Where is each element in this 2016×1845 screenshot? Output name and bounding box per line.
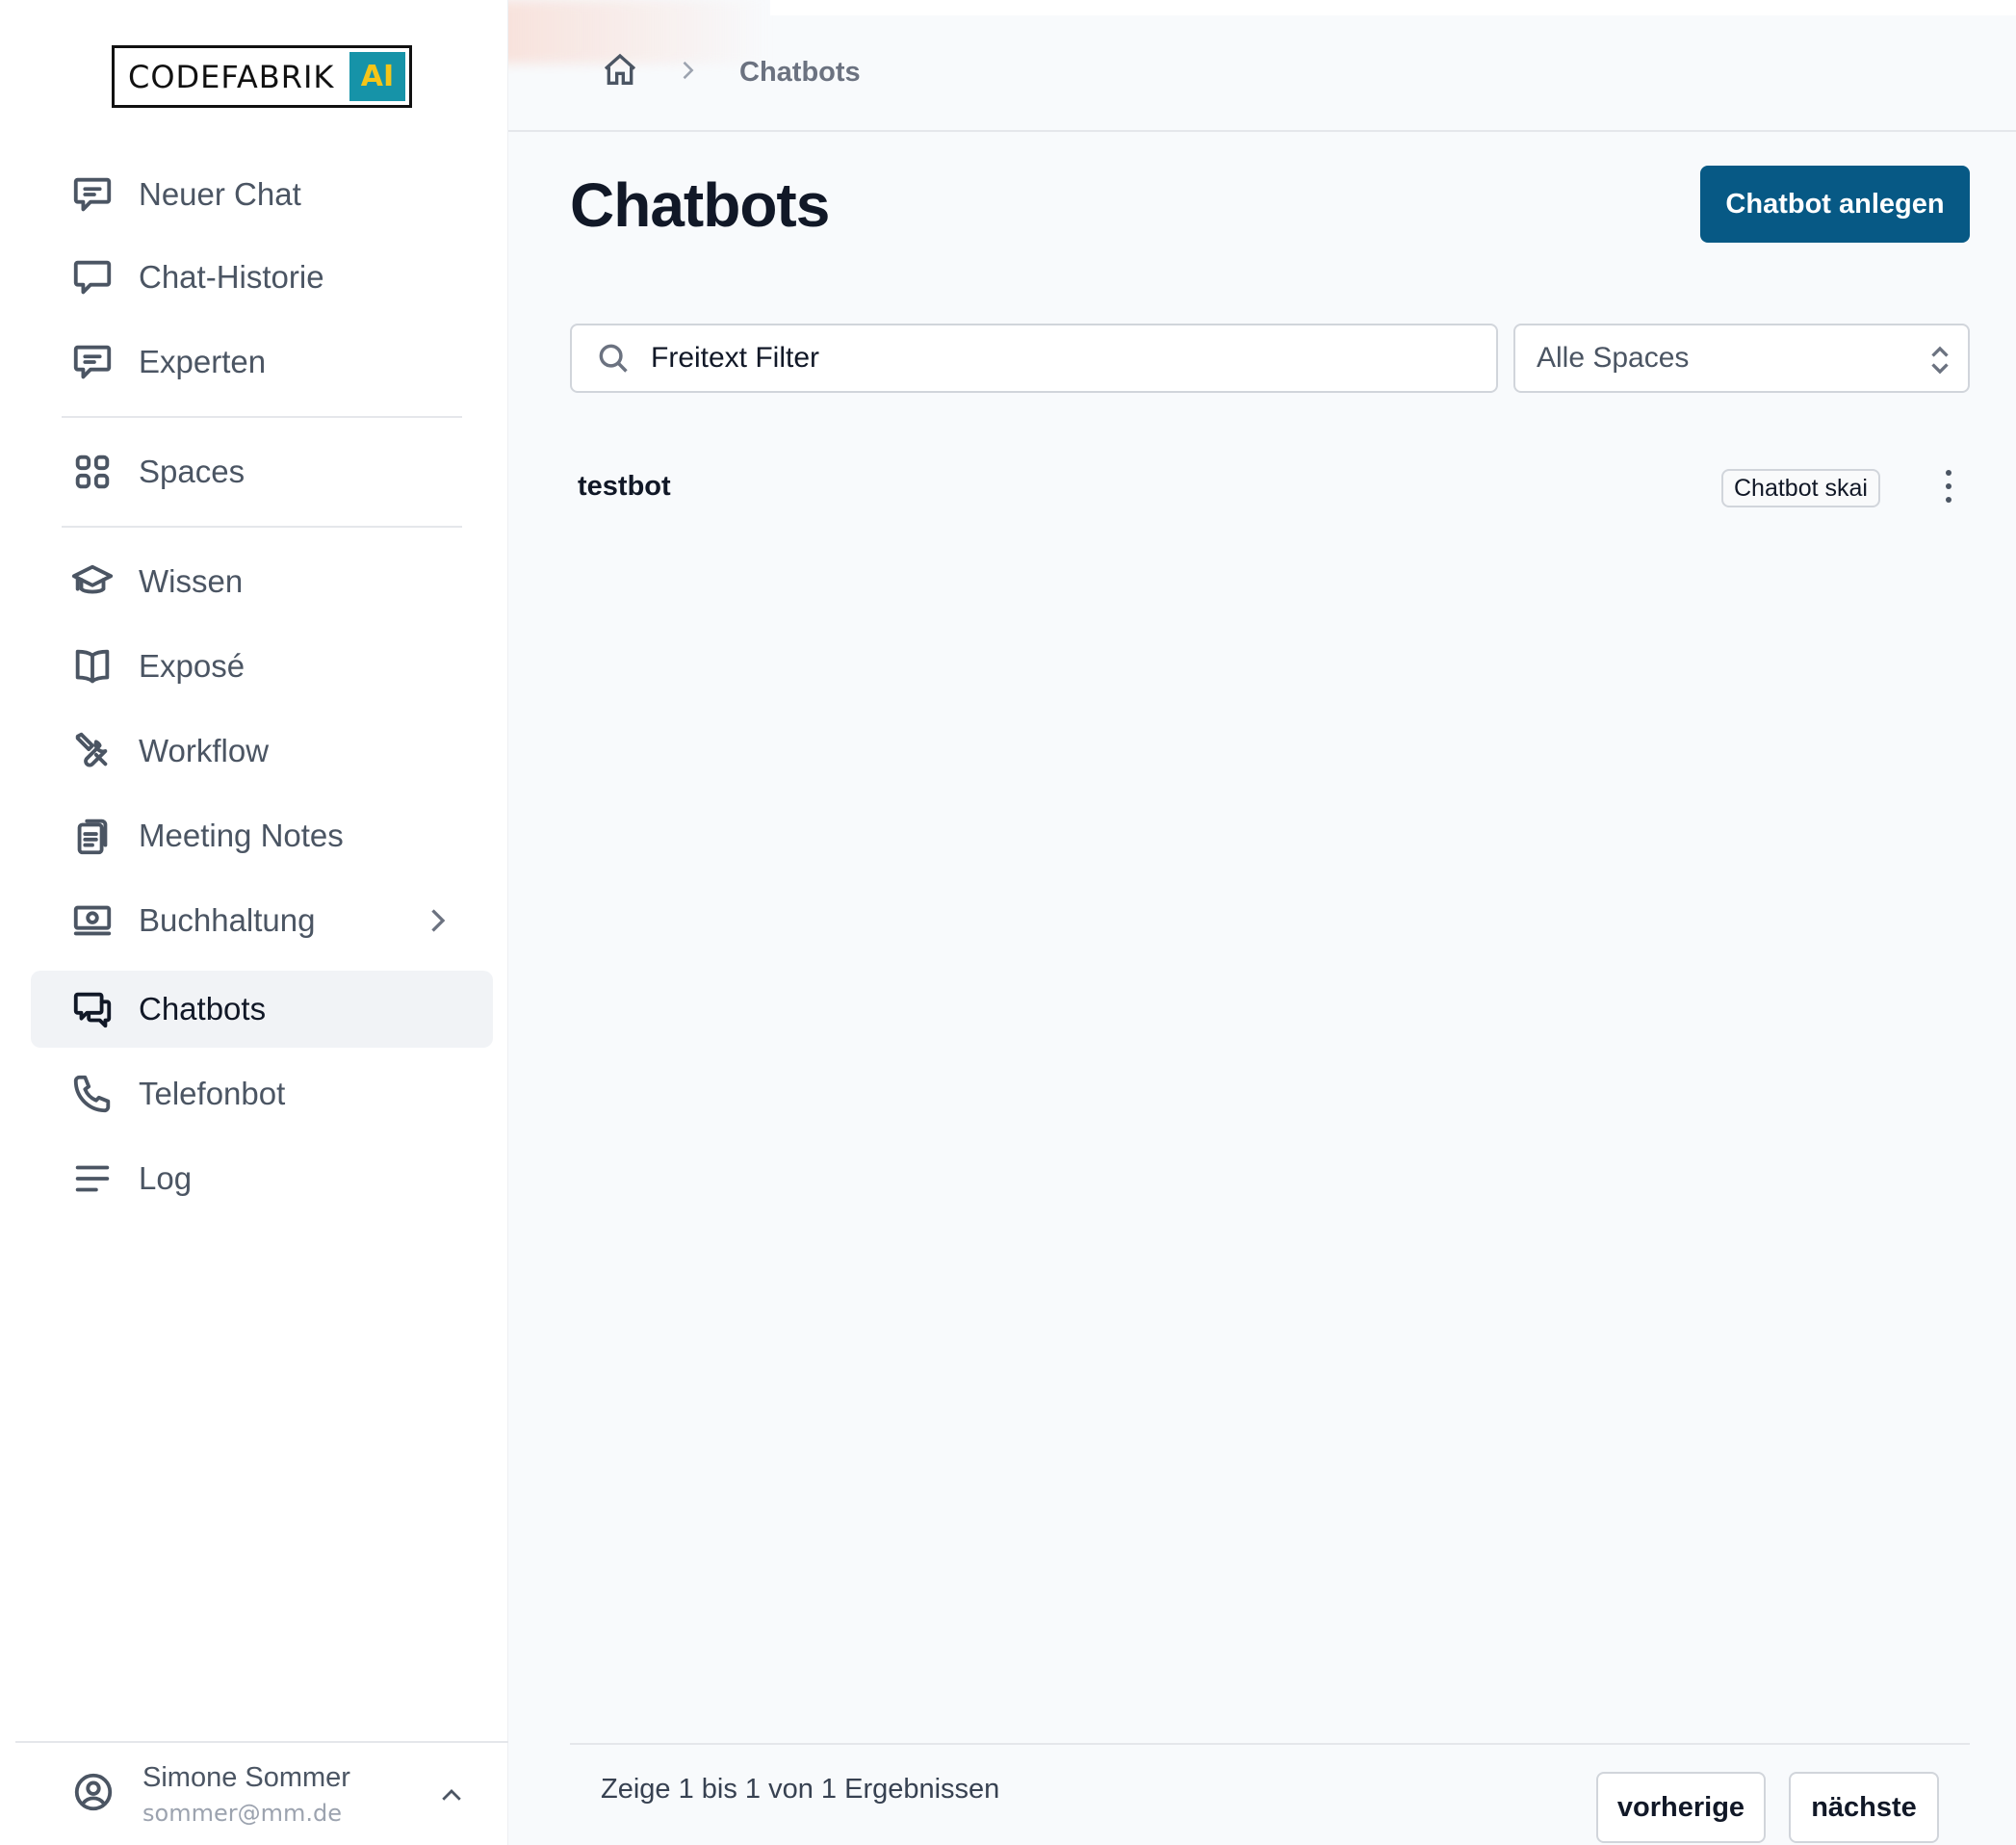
clipboard-icon xyxy=(69,813,116,859)
chevron-up-icon[interactable] xyxy=(437,1781,466,1815)
sidebar-item-label: Wissen xyxy=(139,563,244,599)
more-vertical-icon[interactable] xyxy=(1929,464,1968,508)
sidebar-item-spaces[interactable]: Spaces xyxy=(31,433,493,510)
top-strip xyxy=(770,0,2016,15)
grid-icon xyxy=(69,449,116,495)
sidebar-item-label: Spaces xyxy=(139,454,246,489)
user-menu[interactable]: Simone Sommer sommer@mm.de xyxy=(15,1741,508,1845)
sidebar-item-label: Buchhaltung xyxy=(139,902,316,938)
sidebar-item-label: Workflow xyxy=(139,733,270,768)
sidebar-item-experten[interactable]: Experten xyxy=(31,324,493,401)
logo-ai-badge: AI xyxy=(349,52,405,101)
space-filter-value: Alle Spaces xyxy=(1537,342,1690,374)
logo[interactable]: CODEFABRIK AI xyxy=(112,45,412,108)
chat-lines-icon xyxy=(69,339,116,385)
sidebar-item-label: Exposé xyxy=(139,648,246,684)
chevron-right-icon[interactable] xyxy=(420,903,454,938)
sidebar-item-meeting-notes[interactable]: Meeting Notes xyxy=(31,797,493,874)
list-item[interactable]: testbot Chatbot skai xyxy=(570,453,1970,520)
chatbot-name[interactable]: testbot xyxy=(578,471,671,503)
user-circle-icon xyxy=(71,1770,116,1819)
search-icon xyxy=(599,344,628,373)
previous-page-button[interactable]: vorherige xyxy=(1596,1772,1766,1843)
user-info: Simone Sommer sommer@mm.de xyxy=(142,1762,350,1827)
user-name: Simone Sommer xyxy=(142,1761,350,1793)
chat-bubble-icon xyxy=(69,254,116,300)
wrench-screwdriver-icon xyxy=(69,728,116,774)
chat-lines-icon xyxy=(69,171,116,218)
sidebar-item-telefonbot[interactable]: Telefonbot xyxy=(31,1055,493,1132)
sidebar-item-chatbots[interactable]: Chatbots xyxy=(31,971,493,1048)
sidebar-item-label: Chat-Historie xyxy=(139,259,324,295)
sidebar-item-label: Experten xyxy=(139,344,267,379)
chatbot-badge: Chatbot skai xyxy=(1721,469,1880,507)
sidebar-item-buchhaltung[interactable]: Buchhaltung xyxy=(31,882,493,959)
chat-bubbles-icon xyxy=(69,986,116,1032)
breadcrumb-current[interactable]: Chatbots xyxy=(739,57,861,89)
sidebar-item-label: Neuer Chat xyxy=(139,176,301,212)
banknotes-icon xyxy=(69,897,116,944)
sidebar-item-expose[interactable]: Exposé xyxy=(31,628,493,705)
sidebar-item-chat-historie[interactable]: Chat-Historie xyxy=(31,239,493,316)
user-email: sommer@mm.de xyxy=(142,1799,342,1827)
search-field[interactable] xyxy=(570,324,1498,393)
sidebar-item-log[interactable]: Log xyxy=(31,1140,493,1217)
sidebar-divider xyxy=(62,416,462,418)
breadcrumb: Chatbots xyxy=(508,15,2016,132)
sidebar-item-neuer-chat[interactable]: Neuer Chat xyxy=(31,156,493,233)
book-icon xyxy=(69,643,116,689)
logo-text: CODEFABRIK xyxy=(128,58,335,95)
sidebar-item-label: Telefonbot xyxy=(139,1076,286,1111)
pagination: Zeige 1 bis 1 von 1 Ergebnissen vorherig… xyxy=(570,1743,1970,1845)
sidebar: CODEFABRIK AI Neuer Chat Chat-Historie E… xyxy=(0,0,508,1845)
phone-icon xyxy=(69,1071,116,1117)
sidebar-item-label: Chatbots xyxy=(139,991,267,1026)
sidebar-item-label: Log xyxy=(139,1160,193,1196)
sidebar-item-wissen[interactable]: Wissen xyxy=(31,543,493,620)
page-title: Chatbots xyxy=(570,170,830,240)
bars-icon xyxy=(69,1156,116,1202)
home-icon[interactable] xyxy=(601,51,639,94)
sidebar-item-label: Meeting Notes xyxy=(139,818,344,853)
chevron-right-icon xyxy=(674,57,701,89)
create-chatbot-button[interactable]: Chatbot anlegen xyxy=(1700,166,1970,243)
space-filter-select[interactable]: Alle Spaces xyxy=(1513,324,1970,393)
chevron-up-down-icon xyxy=(1926,343,1954,382)
next-page-button[interactable]: nächste xyxy=(1789,1772,1939,1843)
sidebar-item-workflow[interactable]: Workflow xyxy=(31,713,493,790)
sidebar-divider xyxy=(62,526,462,528)
pagination-summary: Zeige 1 bis 1 von 1 Ergebnissen xyxy=(601,1774,1000,1805)
graduation-cap-icon xyxy=(69,559,116,605)
search-input[interactable] xyxy=(651,342,1479,375)
